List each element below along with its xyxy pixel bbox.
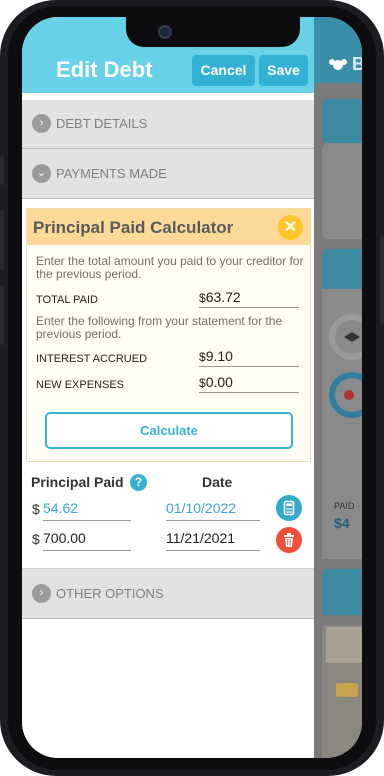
power-button <box>380 235 384 325</box>
background-card <box>322 99 362 143</box>
chevron-right-icon: › <box>32 584 51 603</box>
interest-value: 9.10 <box>205 348 233 364</box>
section-label: PAYMENTS MADE <box>56 166 167 181</box>
calculator-glyph <box>283 500 295 516</box>
volume-down-button <box>0 285 4 345</box>
chevron-right-icon: › <box>32 114 51 133</box>
chevron-down-icon: ⌄ <box>32 164 51 183</box>
calculator-icon[interactable] <box>276 495 302 521</box>
expenses-value: 0.00 <box>205 374 233 390</box>
help-icon[interactable]: ? <box>130 474 147 491</box>
notch <box>126 17 300 47</box>
currency-symbol: $ <box>32 531 40 547</box>
date-input[interactable]: 01/10/2022 <box>166 500 260 521</box>
section-payments-made[interactable]: ⌄ PAYMENTS MADE <box>22 149 314 199</box>
section-label: DEBT DETAILS <box>56 116 148 131</box>
total-paid-value: 63.72 <box>205 289 241 305</box>
currency-symbol: $ <box>199 376 206 390</box>
expenses-field[interactable]: $0.00 <box>199 374 299 393</box>
background-card-header <box>322 569 362 615</box>
principal-input[interactable]: 700.00 <box>43 530 131 551</box>
trash-glyph <box>284 533 294 547</box>
currency-symbol: $ <box>199 350 206 364</box>
background-app: B PAID $4 <box>314 17 362 758</box>
background-card: PAID $4 <box>322 289 362 559</box>
instruction-text: Enter the following from your statement … <box>36 314 283 341</box>
trash-icon[interactable] <box>276 527 302 553</box>
section-debt-details[interactable]: › DEBT DETAILS <box>22 100 314 149</box>
calculator-header: Principal Paid Calculator ✕ <box>27 209 310 245</box>
background-amount: $4 <box>334 515 350 531</box>
background-card <box>322 143 362 239</box>
currency-symbol: $ <box>199 291 206 305</box>
volume-up-button <box>0 210 4 270</box>
interest-field[interactable]: $9.10 <box>199 348 299 367</box>
mute-switch <box>0 155 4 185</box>
principal-calculator: Principal Paid Calculator ✕ Enter the to… <box>26 208 311 462</box>
calculator-title: Principal Paid Calculator <box>33 218 234 237</box>
flower-icon: B <box>329 54 362 74</box>
background-app-header: B <box>314 17 362 83</box>
svg-text:B: B <box>352 54 362 74</box>
total-paid-field[interactable]: $63.72 <box>199 289 299 308</box>
date-input[interactable]: 11/21/2021 <box>166 530 260 551</box>
page-title: Edit Debt <box>56 57 153 82</box>
principal-input[interactable]: 54.62 <box>43 500 131 521</box>
section-other-options[interactable]: › OTHER OPTIONS <box>22 568 314 619</box>
background-paid-label: PAID <box>334 501 355 511</box>
expenses-label: NEW EXPENSES <box>36 379 125 391</box>
currency-symbol: $ <box>32 501 40 517</box>
progress-rings-icon <box>329 314 362 418</box>
interest-label: INTEREST ACCRUED <box>36 353 148 365</box>
card-icon <box>336 683 358 697</box>
background-card-header <box>322 249 362 289</box>
save-button[interactable]: Save <box>259 55 308 86</box>
instruction-text: Enter the total amount you paid to your … <box>36 254 304 281</box>
date-header: Date <box>202 474 233 490</box>
section-label: OTHER OPTIONS <box>56 586 164 601</box>
cancel-button[interactable]: Cancel <box>192 55 255 86</box>
background-banner <box>326 627 362 663</box>
background-card <box>322 625 362 758</box>
principal-paid-header: Principal Paid <box>31 474 124 490</box>
total-paid-label: TOTAL PAID <box>36 294 98 306</box>
phone-frame: B PAID $4 Edit Debt Cancel Save › DEBT D… <box>0 0 384 776</box>
screen: B PAID $4 Edit Debt Cancel Save › DEBT D… <box>22 17 362 758</box>
edit-debt-panel: Edit Debt Cancel Save › DEBT DETAILS ⌄ P… <box>22 17 314 758</box>
camera-icon <box>158 25 172 39</box>
calculate-button[interactable]: Calculate <box>45 412 293 449</box>
close-icon[interactable]: ✕ <box>278 215 303 240</box>
